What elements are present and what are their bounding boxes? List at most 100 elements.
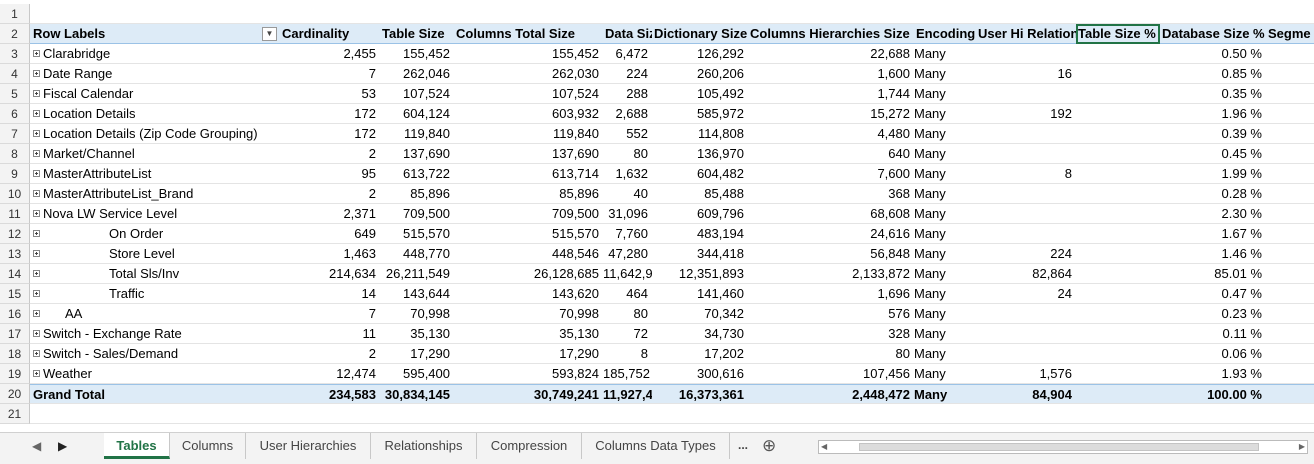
row-header[interactable]: 7 bbox=[0, 124, 30, 144]
expand-icon[interactable] bbox=[33, 110, 40, 117]
value-cell[interactable]: 8 bbox=[603, 344, 652, 364]
row-label[interactable]: Fiscal Calendar bbox=[30, 84, 280, 104]
sheet-tab[interactable]: User Hierarchies bbox=[246, 433, 371, 459]
expand-icon[interactable] bbox=[33, 50, 40, 57]
value-cell[interactable] bbox=[1076, 224, 1160, 244]
value-cell[interactable]: Many bbox=[914, 144, 976, 164]
expand-icon[interactable] bbox=[33, 210, 40, 217]
row-label[interactable]: Market/Channel bbox=[30, 144, 280, 164]
value-cell[interactable] bbox=[1076, 84, 1160, 104]
value-cell[interactable]: 515,570 bbox=[454, 224, 603, 244]
row-header[interactable]: 4 bbox=[0, 64, 30, 84]
value-cell[interactable]: 85,896 bbox=[380, 184, 454, 204]
expand-icon[interactable] bbox=[33, 290, 40, 297]
value-cell[interactable]: 0.50 % bbox=[1160, 44, 1266, 64]
value-cell[interactable] bbox=[976, 224, 1076, 244]
grand-total-label[interactable]: Grand Total bbox=[30, 385, 280, 405]
row-header[interactable]: 8 bbox=[0, 144, 30, 164]
row-label[interactable]: Clarabridge bbox=[30, 44, 280, 64]
grand-total-value[interactable]: 30,834,145 bbox=[380, 385, 454, 405]
value-cell[interactable]: 0.45 % bbox=[1160, 144, 1266, 164]
row-label[interactable]: MasterAttributeList_Brand bbox=[30, 184, 280, 204]
value-cell[interactable]: 26,211,549 bbox=[380, 264, 454, 284]
value-cell[interactable]: 17,202 bbox=[652, 344, 748, 364]
row-label[interactable]: Total Sls/Inv bbox=[30, 264, 280, 284]
value-cell[interactable]: 15,272 bbox=[748, 104, 914, 124]
value-cell[interactable] bbox=[976, 344, 1076, 364]
value-cell[interactable] bbox=[976, 124, 1076, 144]
value-cell[interactable]: 300,616 bbox=[652, 364, 748, 384]
expand-icon[interactable] bbox=[33, 330, 40, 337]
value-cell[interactable] bbox=[1076, 344, 1160, 364]
sheet-tab[interactable]: Tables bbox=[104, 433, 170, 459]
row-label[interactable]: Location Details bbox=[30, 104, 280, 124]
horizontal-scrollbar[interactable]: ◀ ▶ bbox=[818, 440, 1308, 454]
value-cell[interactable]: 47,280 bbox=[603, 244, 652, 264]
value-cell[interactable]: 224 bbox=[976, 244, 1076, 264]
value-cell[interactable]: 585,972 bbox=[652, 104, 748, 124]
value-cell[interactable] bbox=[1076, 124, 1160, 144]
value-cell[interactable]: 0.06 % bbox=[1160, 344, 1266, 364]
value-cell[interactable]: 4,480 bbox=[748, 124, 914, 144]
column-header[interactable]: Database Size % bbox=[1160, 24, 1266, 44]
value-cell[interactable]: 143,644 bbox=[380, 284, 454, 304]
value-cell[interactable]: 95 bbox=[280, 164, 380, 184]
row-label[interactable]: AA bbox=[30, 304, 280, 324]
value-cell[interactable] bbox=[1076, 104, 1160, 124]
value-cell[interactable]: 70,998 bbox=[454, 304, 603, 324]
value-cell[interactable]: 136,970 bbox=[652, 144, 748, 164]
expand-icon[interactable] bbox=[33, 230, 40, 237]
value-cell[interactable]: 262,030 bbox=[454, 64, 603, 84]
value-cell[interactable]: 464 bbox=[603, 284, 652, 304]
expand-icon[interactable] bbox=[33, 130, 40, 137]
expand-icon[interactable] bbox=[33, 270, 40, 277]
value-cell[interactable]: 593,824 bbox=[454, 364, 603, 384]
value-cell[interactable]: 0.28 % bbox=[1160, 184, 1266, 204]
grand-total-value[interactable]: 2,448,472 bbox=[748, 385, 914, 405]
expand-icon[interactable] bbox=[33, 350, 40, 357]
value-cell[interactable]: 7 bbox=[280, 304, 380, 324]
value-cell[interactable]: 35,130 bbox=[454, 324, 603, 344]
row-header[interactable]: 6 bbox=[0, 104, 30, 124]
more-tabs-button[interactable]: ... bbox=[738, 438, 748, 452]
value-cell[interactable]: Many bbox=[914, 304, 976, 324]
value-cell[interactable]: 155,452 bbox=[380, 44, 454, 64]
value-cell[interactable] bbox=[1076, 204, 1160, 224]
value-cell[interactable] bbox=[1076, 44, 1160, 64]
value-cell[interactable]: Many bbox=[914, 64, 976, 84]
value-cell[interactable]: 709,500 bbox=[454, 204, 603, 224]
expand-icon[interactable] bbox=[33, 70, 40, 77]
column-header[interactable]: Row Labels bbox=[30, 24, 280, 44]
value-cell[interactable]: 11 bbox=[280, 324, 380, 344]
row-label[interactable]: Date Range bbox=[30, 64, 280, 84]
value-cell[interactable] bbox=[1076, 164, 1160, 184]
value-cell[interactable]: 107,524 bbox=[380, 84, 454, 104]
value-cell[interactable]: 0.35 % bbox=[1160, 84, 1266, 104]
value-cell[interactable]: 260,206 bbox=[652, 64, 748, 84]
value-cell[interactable]: 137,690 bbox=[454, 144, 603, 164]
value-cell[interactable]: 185,752 bbox=[603, 364, 652, 384]
value-cell[interactable]: Many bbox=[914, 44, 976, 64]
grand-total-value[interactable] bbox=[1076, 385, 1160, 405]
value-cell[interactable]: 53 bbox=[280, 84, 380, 104]
value-cell[interactable] bbox=[1076, 324, 1160, 344]
value-cell[interactable]: 1.67 % bbox=[1160, 224, 1266, 244]
column-header[interactable]: Encoding bbox=[914, 24, 976, 44]
value-cell[interactable]: Many bbox=[914, 104, 976, 124]
value-cell[interactable]: 0.11 % bbox=[1160, 324, 1266, 344]
value-cell[interactable]: 192 bbox=[976, 104, 1076, 124]
value-cell[interactable]: 613,722 bbox=[380, 164, 454, 184]
row-header[interactable]: 17 bbox=[0, 324, 30, 344]
value-cell[interactable] bbox=[976, 144, 1076, 164]
sheet-tab[interactable]: Columns bbox=[170, 433, 246, 459]
row-header[interactable]: 3 bbox=[0, 44, 30, 64]
value-cell[interactable]: 1.96 % bbox=[1160, 104, 1266, 124]
value-cell[interactable]: 85,896 bbox=[454, 184, 603, 204]
value-cell[interactable]: 80 bbox=[748, 344, 914, 364]
column-header[interactable]: User Hi Relationship bbox=[976, 24, 1076, 44]
value-cell[interactable]: 595,400 bbox=[380, 364, 454, 384]
grand-total-value[interactable]: 234,583 bbox=[280, 385, 380, 405]
value-cell[interactable] bbox=[976, 204, 1076, 224]
column-header[interactable]: Table Size % bbox=[1076, 24, 1160, 44]
row-label[interactable]: Weather bbox=[30, 364, 280, 384]
